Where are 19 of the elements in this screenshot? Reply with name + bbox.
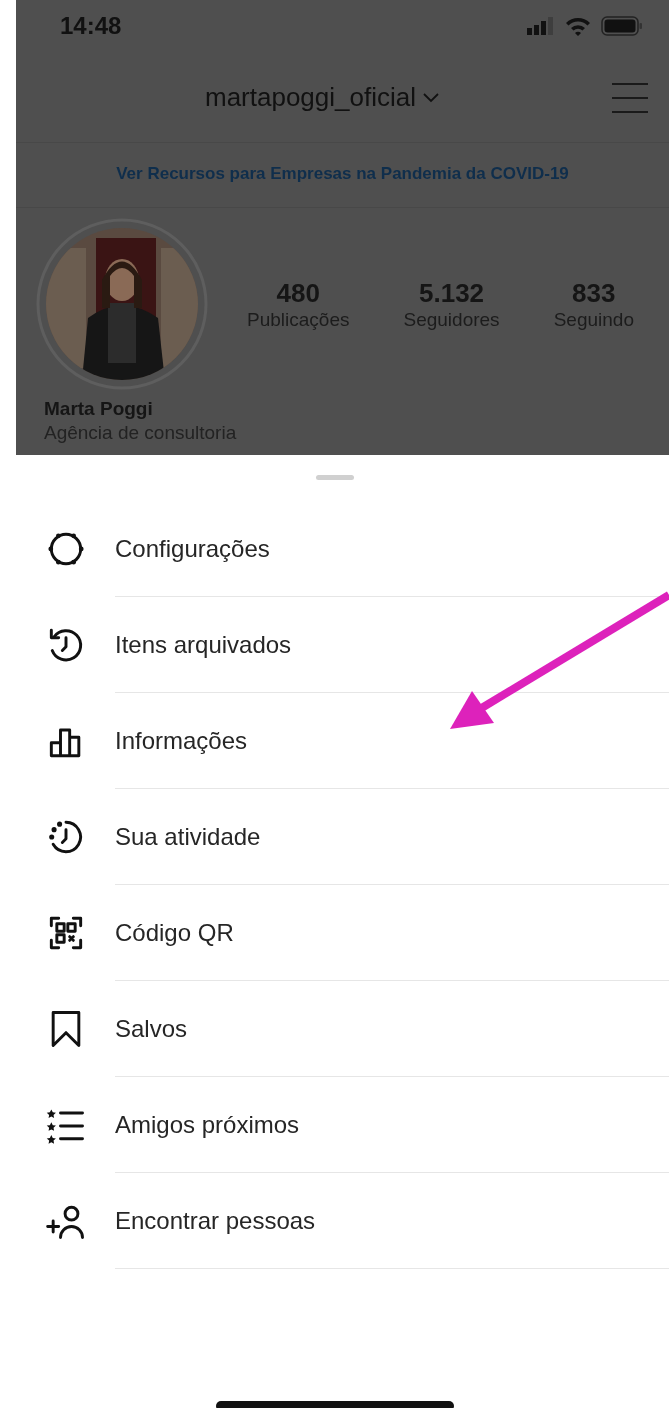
battery-icon bbox=[601, 16, 643, 36]
menu-item[interactable]: Amigos próximos bbox=[115, 1110, 300, 1139]
menu-item[interactable]: Código QR bbox=[115, 918, 234, 947]
wifi-icon bbox=[565, 16, 591, 36]
sheet-handle[interactable] bbox=[315, 475, 354, 480]
menu-icon[interactable] bbox=[611, 82, 649, 114]
signal-icon bbox=[527, 17, 555, 35]
menu-item[interactable]: Sua atividade bbox=[115, 822, 261, 851]
menu-item[interactable]: Informações bbox=[115, 726, 248, 755]
stat-count: 5.132 bbox=[419, 277, 485, 309]
profile-name: Marta Poggi bbox=[43, 397, 154, 420]
menu-item[interactable]: Itens arquivados bbox=[115, 630, 292, 659]
stat-count: 833 bbox=[572, 277, 616, 309]
menu-item[interactable]: Encontrar pessoas bbox=[115, 1206, 316, 1235]
status-time: 14:48 bbox=[60, 12, 122, 40]
stat-count: 480 bbox=[276, 277, 320, 309]
chevron-down-icon bbox=[422, 91, 440, 103]
menu-item[interactable]: Configurações bbox=[115, 534, 270, 563]
menu-item[interactable]: Salvos bbox=[115, 1014, 188, 1043]
